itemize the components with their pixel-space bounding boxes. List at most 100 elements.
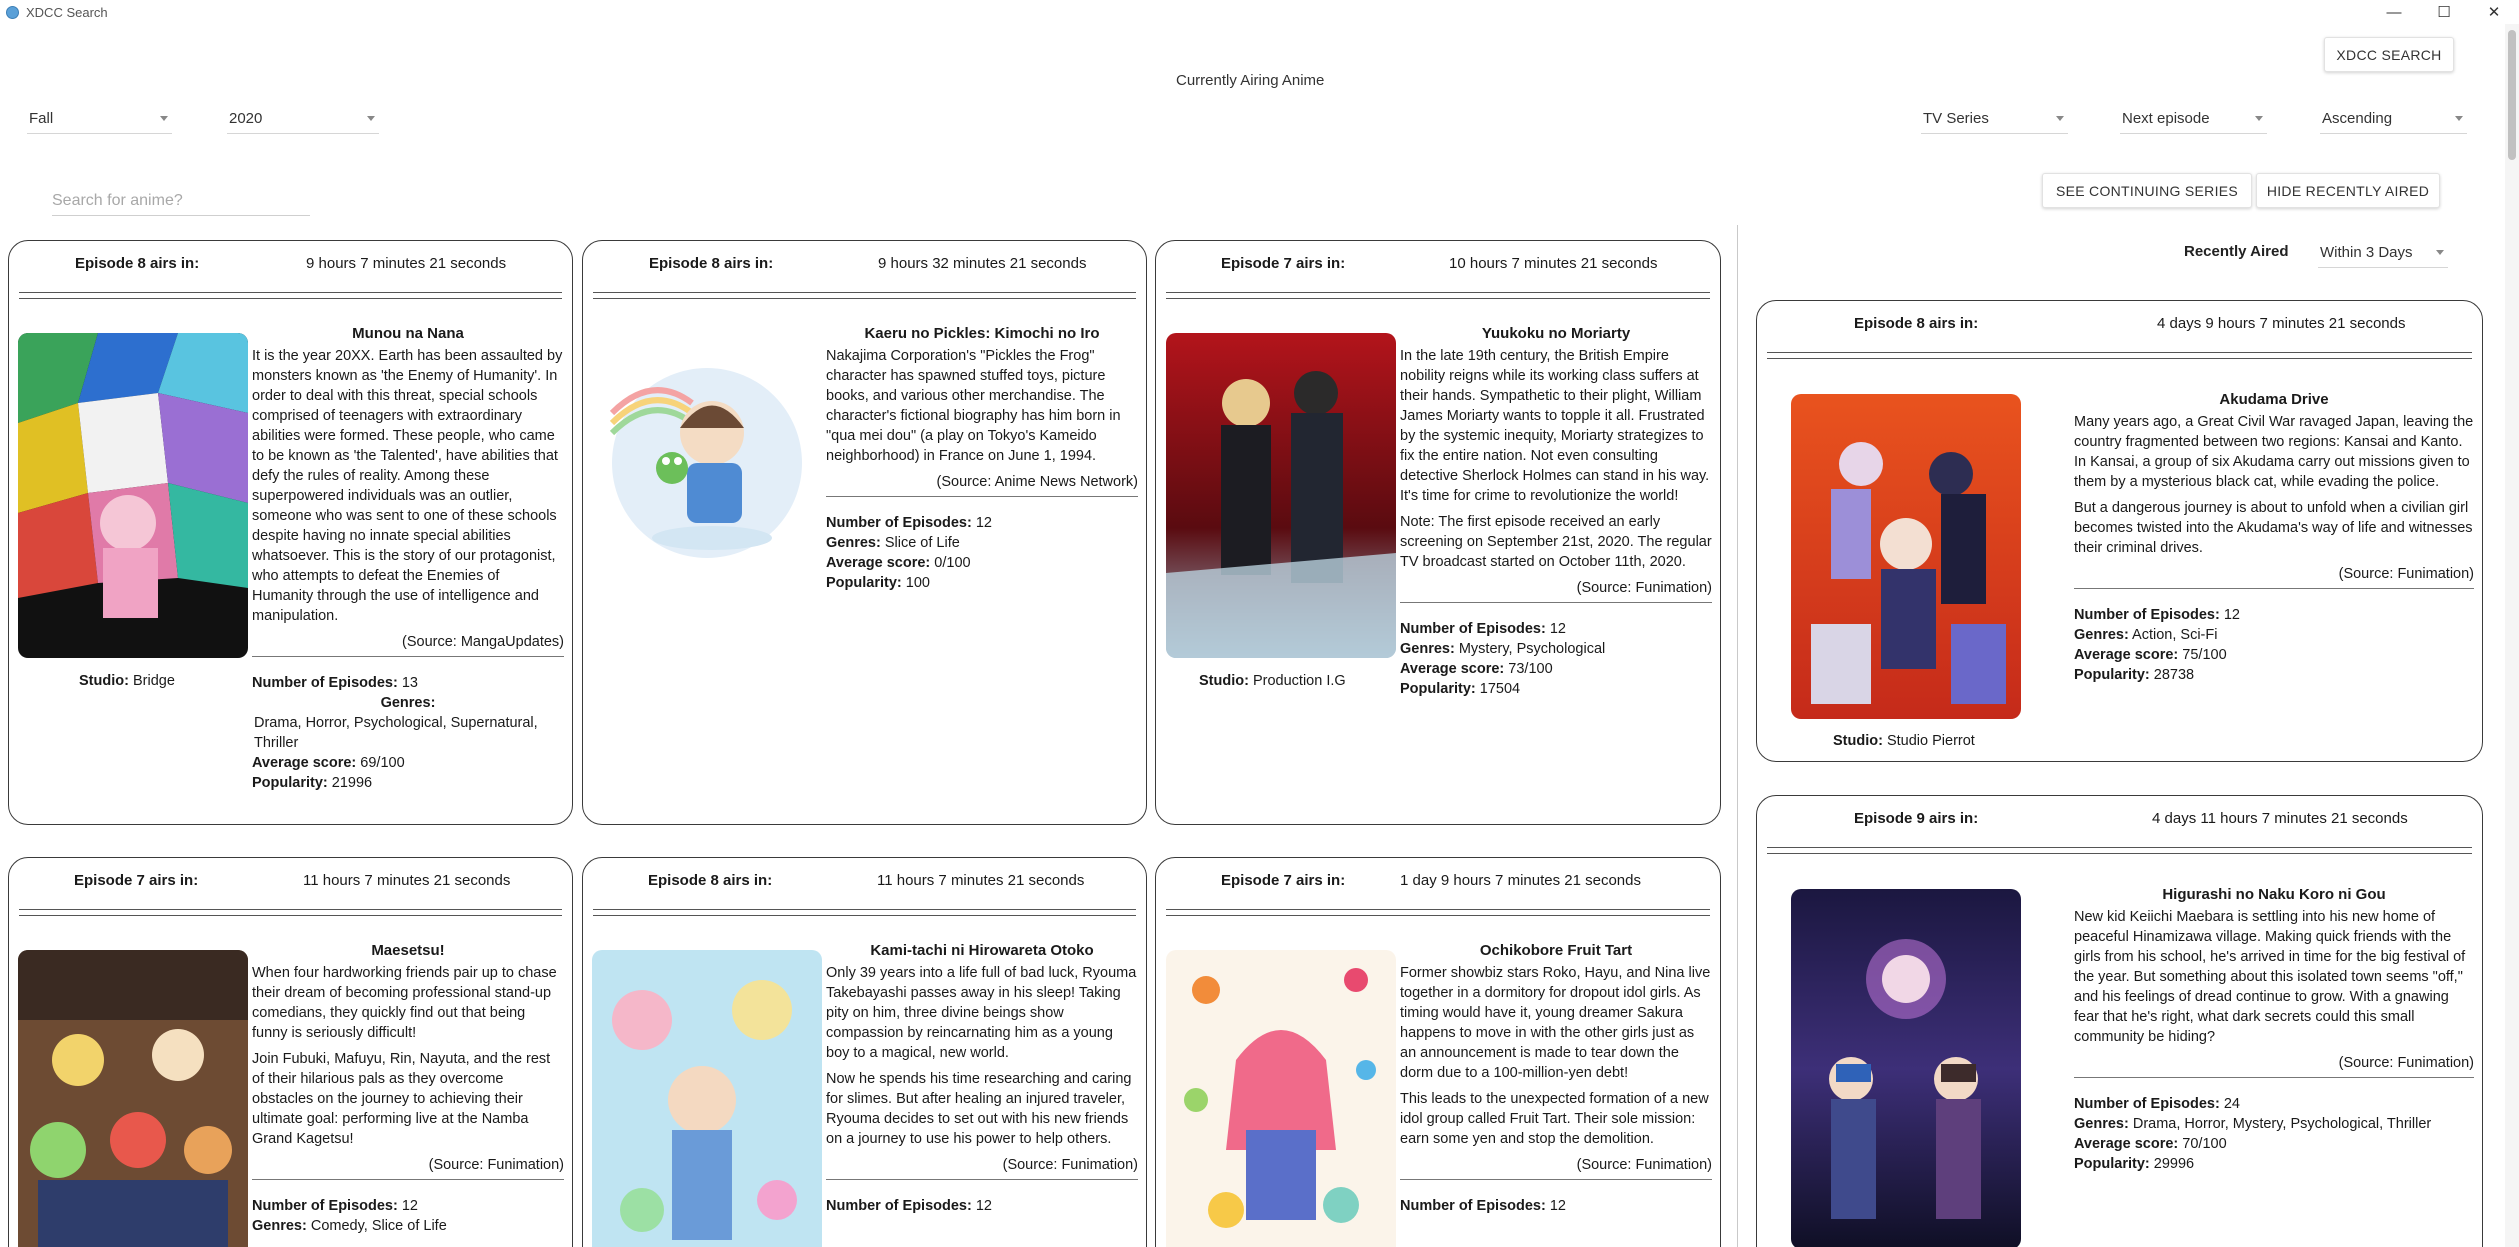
episodes-value: 12 (1549, 621, 1566, 637)
recently-aired-value: Within 3 Days (2320, 244, 2413, 261)
popularity-label: Popularity: (2074, 667, 2150, 683)
hide-recently-aired-button[interactable]: HIDE RECENTLY AIRED (2256, 173, 2440, 208)
episodes-label: Number of Episodes: (252, 675, 398, 691)
studio-label: Studio: (1833, 733, 1883, 749)
cover-image (1166, 333, 1396, 658)
page-title: Currently Airing Anime (1176, 72, 1325, 89)
countdown: 9 hours 7 minutes 21 seconds (306, 255, 507, 272)
sort-value: Next episode (2122, 110, 2210, 127)
card-info: Ochikobore Fruit Tart Former showbiz sta… (1400, 941, 1712, 1216)
card-info: Higurashi no Naku Koro ni Gou New kid Ke… (2074, 879, 2474, 1174)
format-select[interactable]: TV Series (1921, 104, 2068, 134)
episode-count: Number of Episodes: 12 (2074, 605, 2474, 625)
anime-card[interactable]: Episode 7 airs in: 11 hours 7 minutes 21… (8, 857, 573, 1247)
description-paragraph: Note: The first episode received an earl… (1400, 514, 1712, 570)
header-rule (1166, 292, 1710, 293)
card-info: Akudama Drive Many years ago, a Great Ci… (2074, 384, 2474, 685)
popularity: Popularity: 21996 (252, 773, 564, 793)
search-input[interactable] (52, 186, 310, 216)
genres-value: Comedy, Slice of Life (310, 1218, 447, 1234)
chevron-down-icon (2436, 250, 2444, 255)
episodes-label: Number of Episodes: (2074, 607, 2220, 623)
card-info: Yuukoku no Moriarty In the late 19th cen… (1400, 324, 1712, 699)
episodes-label: Number of Episodes: (252, 1198, 398, 1214)
description: In the late 19th century, the British Em… (1400, 346, 1712, 572)
average-score: Average score: 0/100 (826, 553, 1138, 573)
genres-label: Genres: (380, 695, 436, 711)
card-header: Episode 7 airs in: 10 hours 7 minutes 21… (1156, 255, 1720, 275)
card-header: Episode 8 airs in: 11 hours 7 minutes 21… (583, 872, 1146, 892)
season-select[interactable]: Fall (27, 104, 172, 134)
score-value: 69/100 (360, 755, 405, 771)
popularity-label: Popularity: (2074, 1156, 2150, 1172)
scrollbar-thumb[interactable] (2508, 30, 2516, 160)
description: Many years ago, a Great Civil War ravage… (2074, 412, 2474, 558)
anime-card[interactable]: Episode 8 airs in: 9 hours 7 minutes 21 … (8, 240, 573, 825)
cover-image (592, 353, 822, 568)
anime-card[interactable]: Episode 8 airs in: 4 days 9 hours 7 minu… (1756, 300, 2483, 762)
anime-title: Munou na Nana (352, 325, 464, 342)
genres-label: Genres: (826, 535, 881, 551)
description-paragraph: It is the year 20XX. Earth has been assa… (252, 348, 563, 624)
description-paragraph: Only 39 years into a life full of bad lu… (826, 965, 1137, 1061)
anime-card[interactable]: Episode 7 airs in: 1 day 9 hours 7 minut… (1155, 857, 1721, 1247)
source: (Source: MangaUpdates) (252, 632, 564, 657)
source: (Source: Funimation) (2074, 1053, 2474, 1078)
anime-title: Kaeru no Pickles: Kimochi no Iro (864, 325, 1100, 342)
card-info: Maesetsu! When four hardworking friends … (252, 941, 564, 1236)
episodes-value: 12 (975, 1198, 992, 1214)
average-score: Average score: 69/100 (252, 753, 564, 773)
episode-count: Number of Episodes: 12 (252, 1196, 564, 1216)
order-select[interactable]: Ascending (2320, 104, 2467, 134)
xdcc-search-button[interactable]: XDCC SEARCH (2324, 37, 2454, 72)
header-rule (19, 292, 562, 293)
description-paragraph: New kid Keiichi Maebara is settling into… (2074, 909, 2466, 1045)
studio: Studio: Bridge (79, 673, 175, 689)
episode-count: Number of Episodes: 13 (252, 673, 564, 693)
header-rule (1166, 915, 1710, 916)
anime-card[interactable]: Episode 7 airs in: 10 hours 7 minutes 21… (1155, 240, 1721, 825)
genres: Genres: Action, Sci-Fi (2074, 625, 2474, 645)
episode-count: Number of Episodes: 12 (826, 1196, 1138, 1216)
metadata: Number of Episodes: 13 Genres: Drama, Ho… (252, 673, 564, 793)
episode-count: Number of Episodes: 12 (826, 513, 1138, 533)
see-continuing-series-button[interactable]: SEE CONTINUING SERIES (2042, 173, 2252, 208)
header-rule (593, 909, 1136, 910)
metadata: Number of Episodes: 12 (1400, 1196, 1712, 1216)
description-paragraph: Now he spends his time researching and c… (826, 1071, 1132, 1147)
score-label: Average score: (1400, 661, 1505, 677)
format-value: TV Series (1923, 110, 1989, 127)
score-label: Average score: (2074, 647, 2179, 663)
anime-card[interactable]: Episode 9 airs in: 4 days 11 hours 7 min… (1756, 795, 2483, 1247)
maximize-icon[interactable]: ☐ (2419, 0, 2469, 24)
studio-value: Studio Pierrot (1886, 733, 1975, 749)
sort-select[interactable]: Next episode (2120, 104, 2267, 134)
year-select[interactable]: 2020 (227, 104, 379, 134)
anime-card[interactable]: Episode 8 airs in: 11 hours 7 minutes 21… (582, 857, 1147, 1247)
episodes-value: 13 (401, 675, 418, 691)
description-paragraph: When four hardworking friends pair up to… (252, 965, 557, 1041)
anime-card[interactable]: Episode 8 airs in: 9 hours 32 minutes 21… (582, 240, 1147, 825)
metadata: Number of Episodes: 12 Genres: Mystery, … (1400, 619, 1712, 699)
chevron-down-icon (2455, 116, 2463, 121)
genres-label: Genres: (2074, 627, 2129, 643)
minimize-icon[interactable]: — (2369, 0, 2419, 24)
genres-label: Genres: (252, 1218, 307, 1234)
score-label: Average score: (252, 755, 357, 771)
description: Only 39 years into a life full of bad lu… (826, 963, 1138, 1149)
popularity-value: 17504 (1479, 681, 1521, 697)
episode-count: Number of Episodes: 12 (1400, 1196, 1712, 1216)
scrollbar[interactable] (2505, 24, 2519, 1247)
header-rule (1767, 853, 2472, 854)
close-icon[interactable]: ✕ (2469, 0, 2519, 24)
recently-aired-select[interactable]: Within 3 Days (2318, 238, 2448, 268)
window-title: XDCC Search (26, 4, 108, 20)
card-header: Episode 7 airs in: 11 hours 7 minutes 21… (9, 872, 572, 892)
description-paragraph: Join Fubuki, Mafuyu, Rin, Nayuta, and th… (252, 1051, 551, 1147)
description: It is the year 20XX. Earth has been assa… (252, 346, 564, 626)
header-rule (593, 298, 1136, 299)
source: (Source: Funimation) (1400, 578, 1712, 603)
episode-count: Number of Episodes: 12 (1400, 619, 1712, 639)
popularity: Popularity: 100 (826, 573, 1138, 593)
studio-value: Production I.G (1252, 673, 1346, 689)
